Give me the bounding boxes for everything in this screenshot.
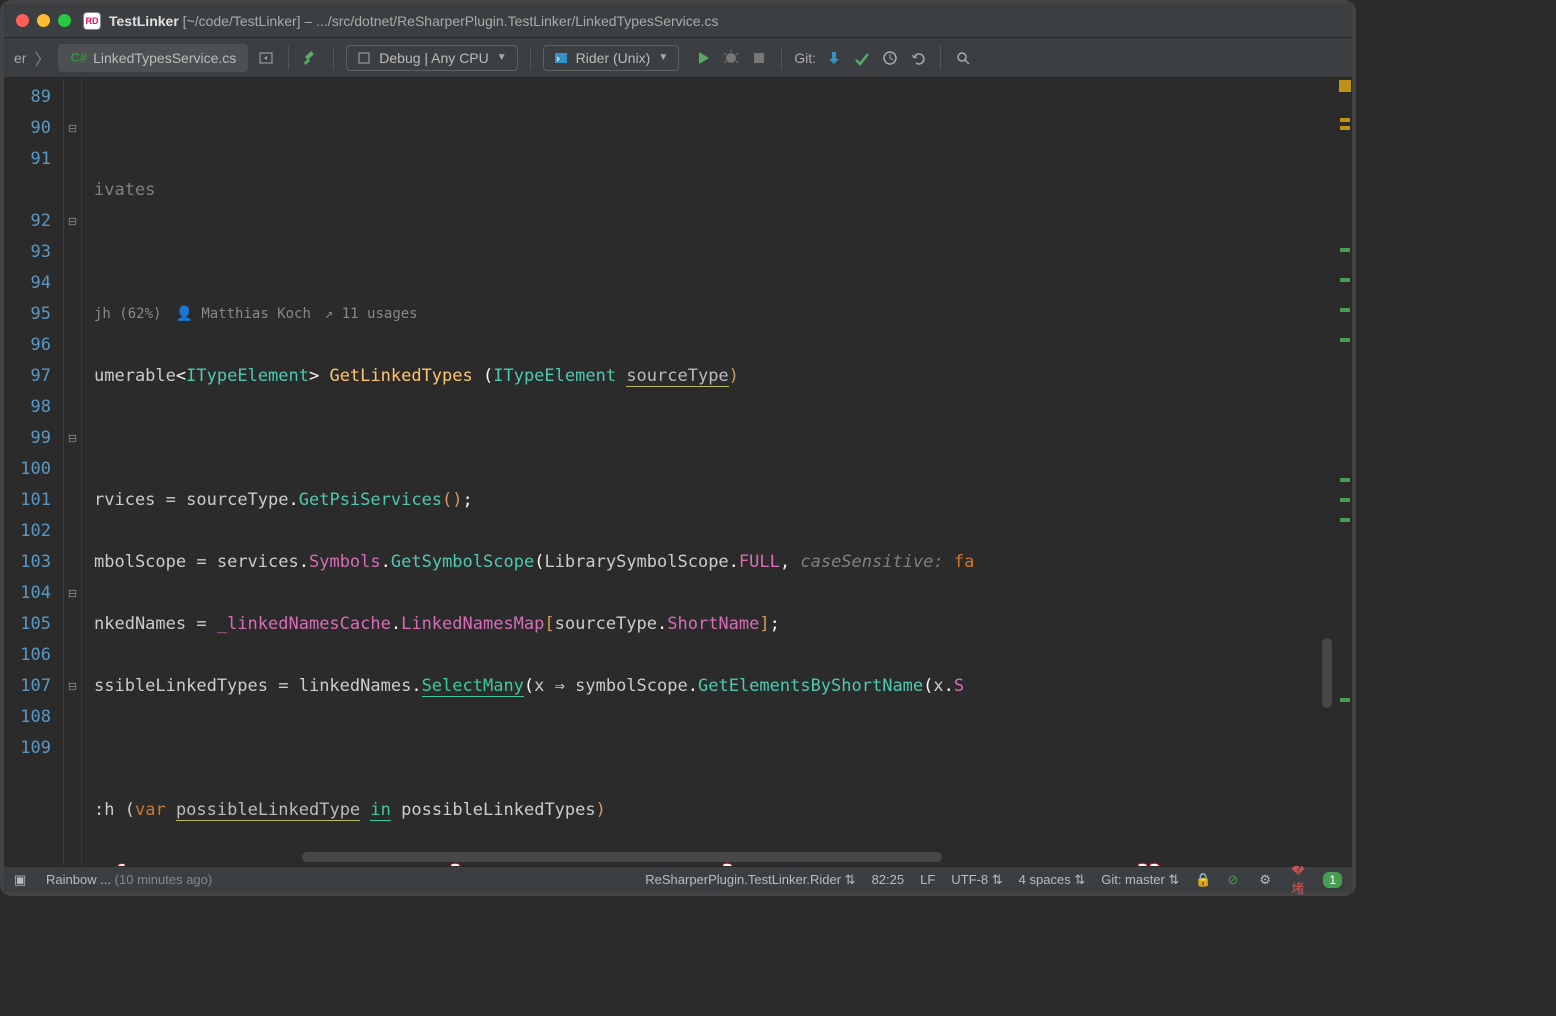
vertical-scrollbar[interactable]: [1322, 638, 1332, 708]
inlay-hint: 1: [114, 860, 130, 866]
lock-icon[interactable]: 🔒: [1195, 872, 1211, 888]
close-window-icon[interactable]: [16, 14, 29, 27]
code-line: ivates: [94, 175, 1336, 206]
csharp-icon: C#: [70, 50, 87, 65]
git-branch[interactable]: Git: master ⇅: [1101, 872, 1179, 888]
encoding[interactable]: UTF-8 ⇅: [951, 872, 1002, 888]
line-separator[interactable]: LF: [920, 872, 935, 887]
file-tab[interactable]: C# LinkedTypesService.cs: [58, 44, 248, 72]
project-path: [~/code/TestLinker]: [183, 13, 301, 29]
chevron-down-icon: ▼: [497, 52, 507, 63]
file-path: .../src/dotnet/ReSharperPlugin.TestLinke…: [316, 13, 718, 29]
editor[interactable]: 89 90 91 92 93 94 95 96 97 98 99 100 101…: [4, 78, 1352, 866]
gear-small-icon: [357, 51, 371, 65]
navigate-icon[interactable]: [256, 48, 276, 68]
build-config-label: Debug | Any CPU: [379, 50, 488, 66]
inspection-status-icon[interactable]: [1339, 80, 1351, 92]
chevron-down-icon: ▼: [658, 52, 668, 63]
history-icon[interactable]: [880, 48, 900, 68]
maximize-window-icon[interactable]: [58, 14, 71, 27]
run-config-dropdown[interactable]: Rider (Unix) ▼: [543, 45, 680, 71]
cursor-position[interactable]: 82:25: [872, 872, 905, 887]
processes-icon[interactable]: ⚙: [1259, 872, 1275, 888]
hammer-icon[interactable]: [301, 48, 321, 68]
power-icon[interactable]: �堵: [1291, 862, 1307, 897]
inlay-hint: 32: [1135, 860, 1163, 866]
git-commit-icon[interactable]: [852, 48, 872, 68]
file-tab-label: LinkedTypesService.cs: [93, 50, 236, 66]
notifications-badge[interactable]: 1: [1323, 872, 1342, 888]
project-name: TestLinker: [109, 13, 179, 29]
terminal-icon: [554, 51, 568, 65]
window-controls: [16, 14, 71, 27]
code-line: rvices = sourceType.GetPsiServices();: [94, 485, 1336, 516]
sync-ok-icon[interactable]: ⊘: [1227, 872, 1243, 888]
titlebar: RD TestLinker [~/code/TestLinker] – .../…: [4, 4, 1352, 38]
project-selector[interactable]: ReSharperPlugin.TestLinker.Rider ⇅: [645, 872, 855, 888]
line-gutter[interactable]: 89 90 91 92 93 94 95 96 97 98 99 100 101…: [4, 78, 64, 866]
breadcrumb-left[interactable]: er: [14, 50, 26, 66]
statusbar: ▣ Rainbow ... (10 minutes ago) ReSharper…: [4, 866, 1352, 892]
minimize-window-icon[interactable]: [37, 14, 50, 27]
code-lens[interactable]: jh (62%)👤 Matthias Koch↗ 11 usages: [94, 299, 1336, 330]
code-line: :h (var possibleLinkedType in possibleLi…: [94, 795, 1336, 826]
code-line: mbolScope = services.Symbols.GetSymbolSc…: [94, 547, 1336, 578]
tool-window-icon[interactable]: ▣: [14, 872, 30, 888]
search-icon[interactable]: [953, 48, 973, 68]
code-line: ssibleLinkedTypes = linkedNames.SelectMa…: [94, 671, 1336, 702]
horizontal-scrollbar[interactable]: [302, 852, 942, 862]
code-line: nkedNames = _linkedNamesCache.LinkedName…: [94, 609, 1336, 640]
undo-icon[interactable]: [908, 48, 928, 68]
run-icon[interactable]: [693, 48, 713, 68]
window-title: TestLinker [~/code/TestLinker] – .../src…: [109, 13, 718, 29]
marker-bar[interactable]: [1336, 78, 1352, 866]
git-pull-icon[interactable]: [824, 48, 844, 68]
toolbar: er 〉 C# LinkedTypesService.cs Debug | An…: [4, 38, 1352, 78]
indent[interactable]: 4 spaces ⇅: [1019, 872, 1086, 888]
code-line: umerable<ITypeElement> GetLinkedTypes (I…: [94, 361, 1336, 392]
build-config-dropdown[interactable]: Debug | Any CPU ▼: [346, 45, 517, 71]
stop-icon[interactable]: [749, 48, 769, 68]
fold-column[interactable]: ⊟ ⊟ ⊟ ⊟⊟: [64, 78, 82, 866]
run-config-label: Rider (Unix): [576, 50, 651, 66]
git-label: Git:: [794, 50, 816, 66]
debug-icon[interactable]: [721, 48, 741, 68]
code-area[interactable]: ivates jh (62%)👤 Matthias Koch↗ 11 usage…: [82, 78, 1336, 866]
status-message[interactable]: Rainbow ... (10 minutes ago): [46, 872, 212, 887]
app-icon: RD: [83, 12, 101, 30]
